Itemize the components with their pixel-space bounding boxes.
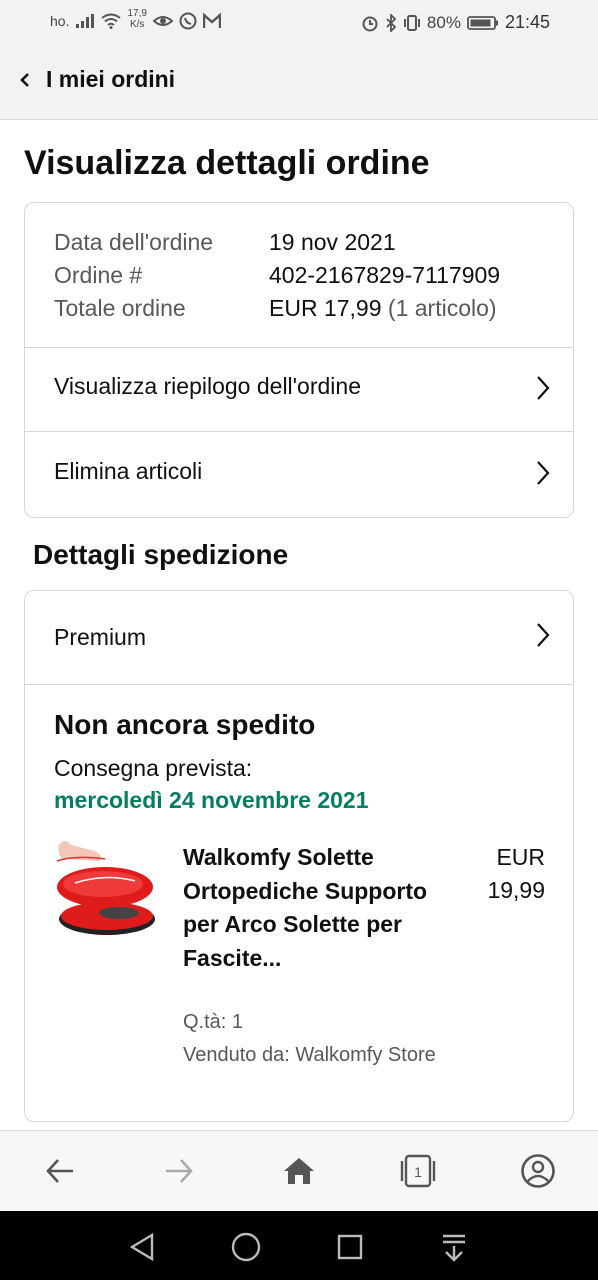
home-icon xyxy=(284,1158,314,1184)
order-number-value: 402-2167829-7117909 xyxy=(269,262,501,288)
product-price: EUR 19,99 xyxy=(455,841,545,907)
nav-notifications-icon xyxy=(443,1234,465,1262)
android-home-button[interactable] xyxy=(228,1229,264,1265)
status-left: ho. 17,9 K/s xyxy=(50,8,221,30)
view-order-summary-link[interactable]: Visualizza riepilogo dell'ordine xyxy=(25,347,573,432)
view-order-summary-label: Visualizza riepilogo dell'ordine xyxy=(54,373,361,399)
shipment-status: Non ancora spedito xyxy=(54,709,316,740)
android-nav-bar xyxy=(0,1211,598,1280)
browser-toolbar: 1 xyxy=(0,1130,598,1212)
speed-value: 17,9 xyxy=(127,8,147,19)
chevron-right-icon xyxy=(537,461,550,485)
product-quantity: Q.tà: 1 xyxy=(183,1011,244,1033)
shipping-method-link[interactable]: Premium xyxy=(25,591,573,685)
product-price-currency: EUR xyxy=(496,844,545,870)
product-image[interactable] xyxy=(55,837,159,941)
android-notifications-button[interactable] xyxy=(436,1229,472,1265)
product-price-value: 19,99 xyxy=(487,877,545,903)
back-to-orders-link[interactable]: I miei ordini xyxy=(18,66,175,93)
android-back-button[interactable] xyxy=(124,1229,160,1265)
browser-tabs-button[interactable]: 1 xyxy=(398,1151,438,1191)
nav-back-icon xyxy=(129,1232,154,1262)
forward-arrow-icon xyxy=(166,1159,193,1183)
order-total-items: (1 articolo) xyxy=(387,295,497,321)
back-label: I miei ordini xyxy=(46,66,176,92)
carrier-label: ho. xyxy=(50,13,70,29)
android-recents-button[interactable] xyxy=(332,1229,368,1265)
top-nav: I miei ordini xyxy=(0,44,598,120)
browser-account-button[interactable] xyxy=(518,1151,558,1191)
delivery-label: Consegna prevista: xyxy=(54,755,253,781)
page-title: Visualizza dettagli ordine xyxy=(24,144,430,182)
browser-home-button[interactable] xyxy=(279,1151,319,1191)
shipping-card: Premium Non ancora spedito Consegna prev… xyxy=(24,590,574,1122)
product-seller: Venduto da: Walkomfy Store xyxy=(183,1044,436,1066)
chevron-right-icon xyxy=(537,623,550,647)
gmail-icon xyxy=(202,13,221,28)
delivery-date: mercoledì 24 novembre 2021 xyxy=(54,787,369,813)
delete-items-label: Elimina articoli xyxy=(54,458,203,484)
tabs-icon: 1 xyxy=(400,1154,436,1188)
chevron-left-icon xyxy=(20,72,29,87)
order-date-value: 19 nov 2021 xyxy=(269,229,396,255)
nav-recents-icon xyxy=(337,1234,363,1260)
order-total-value: EUR 17,99 xyxy=(269,295,382,321)
order-total: EUR 17,99 (1 articolo) xyxy=(269,295,497,322)
speed-unit: K/s xyxy=(129,19,145,30)
order-summary-card: Data dell'ordine 19 nov 2021 Ordine # 40… xyxy=(24,202,574,518)
shipping-section-title: Dettagli spedizione xyxy=(33,539,289,570)
wifi-icon xyxy=(101,13,122,29)
status-right: 80% 21:45 xyxy=(361,12,550,33)
product-title-link[interactable]: Walkomfy Solette Ortopediche Supporto pe… xyxy=(183,841,433,975)
order-summary: Data dell'ordine 19 nov 2021 Ordine # 40… xyxy=(25,203,573,348)
account-icon xyxy=(521,1154,555,1188)
eye-icon xyxy=(152,16,173,26)
browser-forward-button[interactable] xyxy=(159,1151,199,1191)
status-bar: ho. 17,9 K/s 80% 21:45 xyxy=(0,0,598,44)
bluetooth-icon xyxy=(386,13,397,32)
signal-icon xyxy=(76,14,95,28)
back-arrow-icon xyxy=(46,1159,73,1183)
clock: 21:45 xyxy=(504,12,550,32)
alarm-icon xyxy=(362,16,378,31)
delete-items-link[interactable]: Elimina articoli xyxy=(25,432,573,516)
order-total-label: Totale ordine xyxy=(54,295,186,321)
shipping-method-label: Premium xyxy=(54,624,147,650)
order-number-label: Ordine # xyxy=(54,262,143,288)
network-speed: 17,9 K/s xyxy=(127,8,146,30)
nav-home-icon xyxy=(231,1232,261,1262)
browser-back-button[interactable] xyxy=(40,1151,80,1191)
battery-percent: 80% xyxy=(426,12,461,32)
whatsapp-icon xyxy=(179,12,197,30)
vibrate-icon xyxy=(403,14,420,31)
chevron-right-icon xyxy=(537,376,550,400)
battery-icon xyxy=(467,15,498,30)
order-date-label: Data dell'ordine xyxy=(54,229,214,255)
tab-count: 1 xyxy=(414,1164,422,1180)
